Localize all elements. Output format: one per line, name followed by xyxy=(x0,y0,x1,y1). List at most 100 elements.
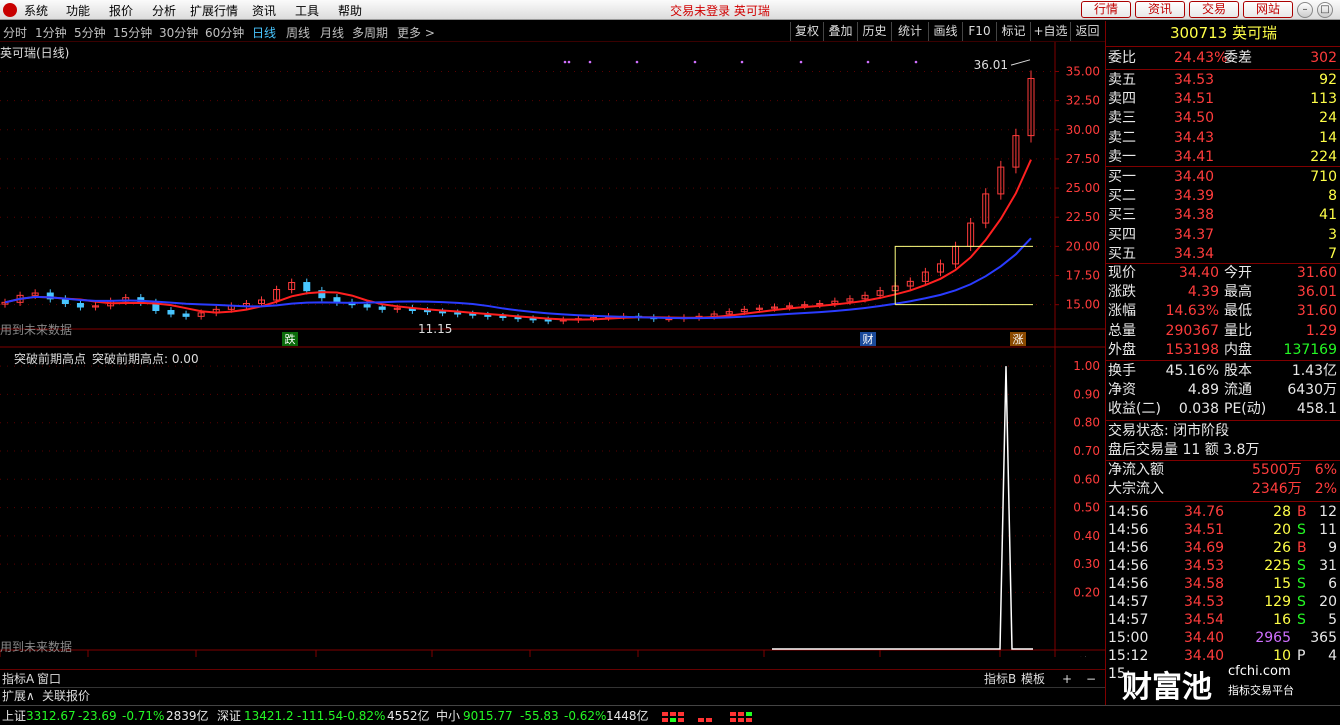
period-multi[interactable]: 多周期 xyxy=(352,24,388,41)
tick-direction: S xyxy=(1297,576,1306,592)
news-button[interactable]: 资讯 xyxy=(1135,1,1185,18)
tick-time: 14:56 xyxy=(1108,540,1149,556)
price-tick-label: 35.00 xyxy=(1066,64,1100,78)
mark-button[interactable]: 标记 xyxy=(996,22,1030,41)
back-button[interactable]: 返回 xyxy=(1070,22,1104,41)
sz-index: 13421.2 xyxy=(244,709,294,723)
stat-label: 量比 xyxy=(1224,322,1252,339)
ask-price[interactable]: 34.41 xyxy=(1174,148,1214,167)
bid-level-label: 买二 xyxy=(1108,188,1136,205)
bid-level-label: 买四 xyxy=(1108,226,1136,243)
period-5min[interactable]: 5分钟 xyxy=(74,24,106,41)
bid-price[interactable]: 34.39 xyxy=(1174,187,1214,206)
stat-value: 290367 xyxy=(1165,322,1219,339)
menu-tools[interactable]: 工具 xyxy=(295,2,319,19)
ask-price[interactable]: 34.51 xyxy=(1174,90,1214,109)
overlay-button[interactable]: 叠加 xyxy=(823,22,857,41)
ask-volume: 14 xyxy=(1319,129,1337,146)
tick-direction: S xyxy=(1297,558,1306,574)
menu-analysis[interactable]: 分析 xyxy=(152,2,176,19)
bid-price[interactable]: 34.37 xyxy=(1174,226,1214,245)
bid-price[interactable]: 34.34 xyxy=(1174,245,1214,264)
stat-label: PE(动) xyxy=(1224,401,1267,418)
marker-dot xyxy=(799,60,803,64)
candle-body xyxy=(454,312,462,315)
maximize-icon[interactable]: □ xyxy=(1317,2,1333,18)
ask-level-label: 卖三 xyxy=(1108,110,1136,127)
bid-price[interactable]: 34.38 xyxy=(1174,206,1214,225)
sz-percent: -0.82% xyxy=(343,709,386,723)
tick-volume: 16 xyxy=(1273,612,1291,628)
ask-price[interactable]: 34.43 xyxy=(1174,129,1214,148)
stat-label: 外盘 xyxy=(1108,341,1136,358)
candle-body xyxy=(182,313,190,317)
ask-level-label: 卖五 xyxy=(1108,72,1136,88)
menu-help[interactable]: 帮助 xyxy=(338,2,362,19)
tick-price: 34.53 xyxy=(1184,558,1225,574)
bid-price[interactable]: 34.40 xyxy=(1174,168,1214,187)
tick-volume: 225 xyxy=(1264,558,1291,574)
zoom-out-button[interactable]: − xyxy=(1086,671,1096,687)
stat-label: 今开 xyxy=(1224,265,1252,281)
period-1min[interactable]: 1分钟 xyxy=(35,24,67,41)
period-daily[interactable]: 日线 xyxy=(252,24,276,41)
tick-time: 14:57 xyxy=(1108,612,1149,628)
marker-dot xyxy=(914,60,918,64)
period-15min[interactable]: 15分钟 xyxy=(113,24,152,41)
bid-volume: 710 xyxy=(1310,169,1337,185)
menu-function[interactable]: 功能 xyxy=(66,2,90,19)
f10-button[interactable]: F10 xyxy=(962,22,996,41)
tick-volume: 26 xyxy=(1273,540,1291,556)
breakout-box xyxy=(894,245,1033,305)
period-weekly[interactable]: 周线 xyxy=(286,24,310,41)
stats-button[interactable]: 统计 xyxy=(891,22,928,41)
period-60min[interactable]: 60分钟 xyxy=(205,24,244,41)
tick-count: 31 xyxy=(1319,558,1337,574)
ask-price[interactable]: 34.53 xyxy=(1174,71,1214,90)
zoom-in-button[interactable]: + xyxy=(1062,671,1072,687)
weibi-label: 委比 xyxy=(1108,50,1136,66)
menu-quote[interactable]: 报价 xyxy=(109,2,133,19)
indicator-b-tab[interactable]: 指标B xyxy=(984,671,1016,687)
high-annotation: 36.01 xyxy=(974,58,1008,72)
period-more[interactable]: 更多 > xyxy=(397,24,435,41)
website-button[interactable]: 网站 xyxy=(1243,1,1293,18)
add-watchlist-button[interactable]: +自选 xyxy=(1030,22,1070,41)
net-inflow-value: 5500万 xyxy=(1252,462,1302,478)
indicator-title: 突破前期高点 xyxy=(14,352,87,366)
tick-direction: S xyxy=(1297,594,1306,610)
template-tab[interactable]: 模板 xyxy=(1021,671,1045,687)
trade-button[interactable]: 交易 xyxy=(1189,1,1239,18)
stat-label: 涨跌 xyxy=(1108,284,1136,301)
market-button[interactable]: 行情 xyxy=(1081,1,1131,18)
adjust-button[interactable]: 复权 xyxy=(790,22,823,41)
period-monthly[interactable]: 月线 xyxy=(320,24,344,41)
ask-price[interactable]: 34.50 xyxy=(1174,109,1214,128)
menu-system[interactable]: 系统 xyxy=(24,2,48,19)
ask-volume: 113 xyxy=(1310,91,1337,108)
draw-button[interactable]: 画线 xyxy=(928,22,962,41)
period-tick[interactable]: 分时 xyxy=(3,24,27,41)
bid-volume: 7 xyxy=(1328,245,1337,262)
tick-volume: 28 xyxy=(1273,504,1291,520)
menu-extended[interactable]: 扩展行情 xyxy=(190,2,238,19)
period-30min[interactable]: 30分钟 xyxy=(159,24,198,41)
extend-tab[interactable]: 扩展∧ xyxy=(2,688,35,704)
tick-count: 12 xyxy=(1319,504,1337,520)
indicator-tick-label: 1.00 xyxy=(1073,359,1100,373)
menu-info[interactable]: 资讯 xyxy=(252,2,276,19)
stat-label: 换手 xyxy=(1108,363,1136,379)
watermark-slogan: 指标交易平台 xyxy=(1228,684,1294,697)
minimize-icon[interactable]: – xyxy=(1297,2,1313,18)
indicator-a-tab[interactable]: 指标A xyxy=(2,671,34,687)
window-tab[interactable]: 窗口 xyxy=(37,671,61,687)
watermark: 财富池 cfchi.com 指标交易平台 xyxy=(1118,662,1340,705)
tick-direction: S xyxy=(1297,522,1306,538)
menu-bar: 系统 功能 报价 分析 扩展行情 资讯 工具 帮助 交易未登录 英可瑞 行情 资… xyxy=(0,0,1340,20)
chart-title: 英可瑞(日线) xyxy=(0,46,70,60)
indicator-tick-label: 0.30 xyxy=(1073,557,1100,571)
zx-label: 中小 xyxy=(436,709,461,723)
related-quote-tab[interactable]: 关联报价 xyxy=(42,688,90,704)
history-button[interactable]: 历史 xyxy=(857,22,891,41)
price-tick-label: 22.50 xyxy=(1066,210,1100,224)
